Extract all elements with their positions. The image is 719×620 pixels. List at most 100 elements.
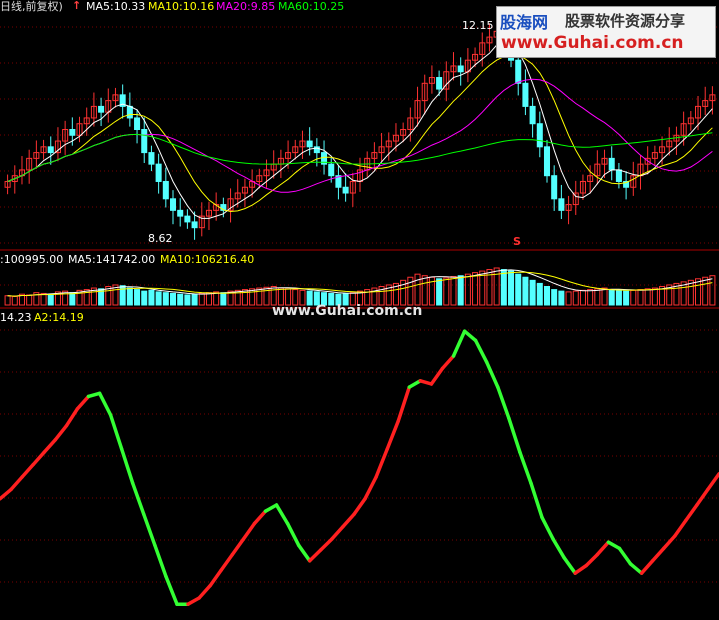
indicator-segment — [263, 503, 279, 513]
indicator-segment — [219, 552, 235, 572]
volume-bar — [536, 282, 543, 306]
indicator-segment — [20, 462, 35, 479]
indicator-segment — [451, 329, 467, 358]
candle-body — [306, 140, 313, 148]
volume-bar — [169, 292, 177, 306]
volume-bar — [177, 293, 184, 306]
volume-bar — [457, 275, 464, 306]
indicator-segment — [374, 447, 389, 479]
indicator-segment — [518, 450, 533, 485]
indicator-segment — [673, 518, 688, 538]
indicator-segment — [307, 548, 323, 563]
indicator-segment — [440, 354, 456, 371]
volume-bar — [26, 294, 33, 306]
volume-bar — [630, 289, 637, 306]
indicator-segment — [274, 503, 290, 526]
volume-bar — [558, 290, 565, 306]
indicator-segment — [341, 512, 356, 529]
volume-bar — [155, 291, 162, 306]
candle-body — [162, 180, 169, 200]
volume-bar — [500, 269, 507, 306]
indicator-a1-label: 14.23 — [0, 311, 32, 324]
candle-body — [98, 105, 105, 113]
ma5-line — [7, 41, 713, 219]
candle-body — [155, 163, 162, 182]
volume-bar — [637, 289, 644, 306]
volume-bar — [134, 289, 141, 306]
volume-bar — [529, 279, 536, 306]
volume-bar — [651, 287, 658, 306]
indicator-segment — [230, 537, 246, 557]
volume-bar — [11, 296, 18, 306]
indicator-segment — [650, 546, 666, 563]
indicator-segment — [319, 537, 334, 552]
volume-bar — [551, 289, 558, 306]
volume-bar — [220, 292, 227, 306]
volume-bar — [543, 286, 551, 306]
volume-bar — [205, 292, 212, 306]
indicator-segment — [119, 447, 135, 485]
indicator-segment — [352, 497, 367, 517]
volume-bar — [198, 292, 205, 306]
period-label: 日线,前复权) — [0, 0, 63, 13]
candle-body — [134, 117, 141, 130]
indicator-segment — [108, 413, 124, 451]
volume-bar — [522, 276, 529, 306]
volume-bar — [421, 275, 428, 306]
indicator-segment — [706, 472, 719, 492]
candle-body — [47, 146, 54, 154]
indicator-segment — [142, 512, 157, 548]
volume-bar — [184, 294, 191, 306]
candle-body — [529, 105, 536, 125]
logo-slogan: 股票软件资源分享 — [565, 12, 686, 30]
volume-bar — [644, 288, 651, 306]
volume-bar — [40, 292, 47, 306]
indicator-segment — [285, 521, 301, 548]
ma5-label: MA5:10.33 — [86, 0, 146, 13]
indicator-segment — [241, 521, 257, 541]
indicator-segment — [684, 503, 699, 523]
indicator-segment — [130, 481, 146, 517]
indicator-segment — [462, 329, 478, 343]
indicator-segment — [639, 559, 655, 575]
indicator-segment — [9, 475, 24, 492]
volume-bar — [709, 275, 716, 306]
volume-bar — [414, 273, 421, 306]
indicator-segment — [0, 487, 13, 501]
indicator-segment — [540, 515, 555, 541]
logo-url: www.Guhai.com.cn — [501, 33, 684, 53]
sell-signal-marker: S — [513, 235, 521, 248]
indicator-segment — [661, 534, 677, 551]
volume-bar — [450, 275, 457, 306]
candle-body — [126, 105, 133, 119]
indicator-segment — [53, 424, 69, 442]
site-logo: 股海网 股票软件资源分享 www.Guhai.com.cn — [496, 6, 716, 58]
volume-bar — [126, 287, 133, 306]
candle-body — [148, 152, 155, 165]
volume-bar — [594, 288, 601, 306]
candle-body — [169, 198, 177, 211]
indicator-segment — [529, 481, 544, 520]
candle-body — [69, 129, 76, 136]
candle-body — [328, 163, 335, 177]
indicator-segment — [42, 438, 58, 454]
indicator-segment — [75, 394, 91, 411]
candle-body — [515, 59, 522, 84]
watermark-url: www.Guhai.com.cn — [272, 303, 423, 319]
volume-ma5-label: MA5:141742.00 — [68, 253, 156, 266]
candle-body — [536, 123, 543, 148]
candle-body — [436, 77, 443, 90]
candle-body — [342, 186, 349, 194]
indicator-segment — [573, 563, 589, 575]
ma20-label: MA20:9.85 — [216, 0, 276, 13]
volume-bar — [436, 278, 443, 306]
chart-window: 日线,前复权) ↑ MA5:10.33 MA10:10.16 MA20:9.85… — [0, 0, 719, 620]
volume-label: :100995.00 — [0, 253, 64, 266]
indicator-segment — [551, 537, 566, 560]
volume-bar — [141, 290, 148, 306]
indicator-segment — [296, 543, 312, 563]
candle-body — [543, 146, 551, 177]
volume-bar — [4, 295, 11, 306]
candle-body — [177, 209, 184, 217]
volume-bar — [702, 276, 709, 306]
